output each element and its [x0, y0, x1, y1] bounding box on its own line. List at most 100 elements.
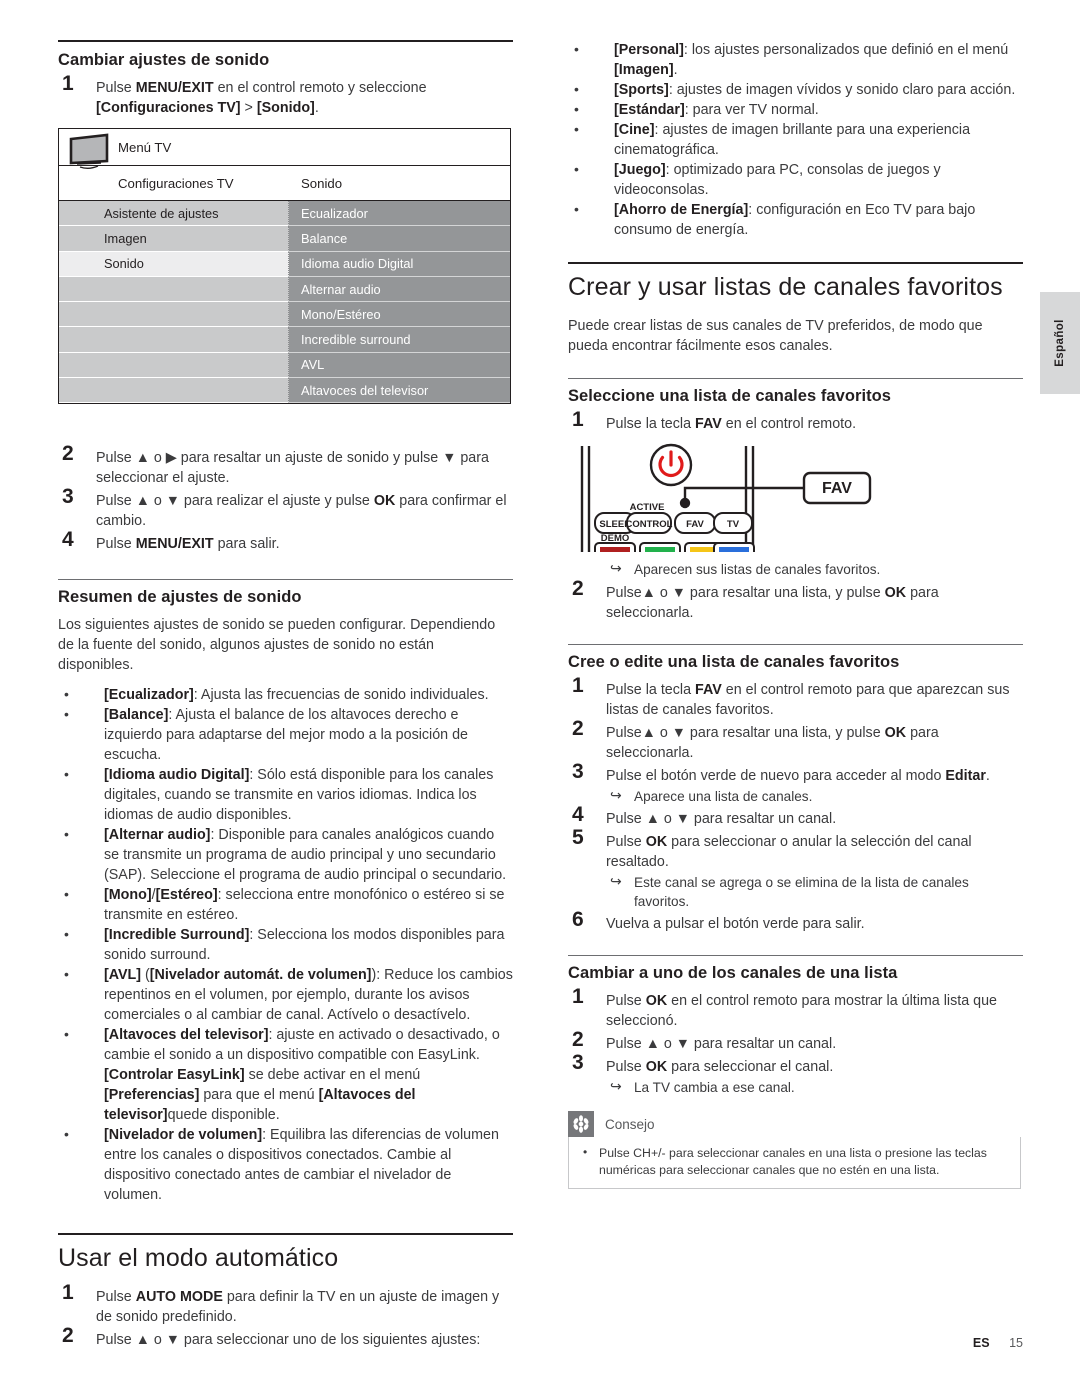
tv-menu-graphic: Menú TV Configuraciones TV Sonido Asiste…	[58, 128, 511, 405]
tv-menu-cell-label: Alternar audio	[301, 281, 381, 297]
tv-menu-row: Alternar audio	[59, 276, 510, 303]
step-item: Pulse OK en el control remoto para mostr…	[568, 987, 1023, 1031]
tv-menu-cell-settings[interactable]: Asistente de ajustes	[59, 201, 289, 227]
tv-menu-cell-sound[interactable]: Balance	[289, 226, 510, 252]
bullet-item: [Altavoces del televisor]: ajuste en act…	[58, 1024, 513, 1125]
bullet-item: [Ecualizador]: Ajusta las frecuencias de…	[58, 684, 513, 705]
page-footer: ES 15	[0, 1336, 1023, 1350]
heading-cambiar-ajustes-de-sonido: Cambiar ajustes de sonido	[58, 51, 270, 69]
tv-menu-cell-label: Ecualizador	[301, 205, 368, 221]
step-text: Pulse MENU/EXIT en el control remoto y s…	[96, 80, 427, 116]
tv-menu-row: Asistente de ajustes Ecualizador	[59, 201, 510, 227]
steps-create-edit: Pulse la tecla FAV en el control remoto …	[568, 676, 1023, 934]
bullet-item: [Cine]: ajustes de imagen brillante para…	[568, 119, 1023, 160]
tv-menu-cell-label: AVL	[301, 357, 325, 373]
steps-after-menu: Pulse ▲ o ▶ para resaltar un ajuste de s…	[58, 444, 513, 554]
tv-menu-cell-label: Balance	[301, 230, 348, 246]
tip-title: Consejo	[605, 1116, 655, 1132]
tv-menu-cell-sound[interactable]: Idioma audio Digital	[289, 251, 510, 277]
step-item: Pulse la tecla FAV en el control remoto …	[568, 676, 1023, 720]
tv-menu-col-b-header: Sonido	[301, 175, 343, 191]
note-aparecen-listas: Aparecen sus listas de canales favoritos…	[568, 559, 1023, 579]
manual-page: Cambiar ajustes de sonido Pulse MENU/EXI…	[0, 0, 1080, 1397]
tv-menu-row: Sonido Idioma audio Digital	[59, 251, 510, 277]
heading-crear-usar-listas: Crear y usar listas de canales favoritos	[568, 273, 1003, 301]
step-text: Pulse ▲ o ▶ para resaltar un ajuste de s…	[96, 450, 489, 487]
tv-menu-title-row: Menú TV	[59, 129, 510, 169]
step-text: Vuelva a pulsar el botón verde para sali…	[606, 916, 865, 932]
heading-rule	[58, 579, 513, 581]
step-item: Pulse OK para seleccionar el canal. La T…	[568, 1053, 1023, 1097]
step-text: Pulse el botón verde de nuevo para acced…	[606, 768, 990, 784]
bullet-item: [Ahorro de Energía]: configuración en Ec…	[568, 199, 1023, 240]
bullet-item: [Balance]: Ajusta el balance de los alta…	[58, 704, 513, 765]
svg-text:ACTIVE: ACTIVE	[630, 502, 665, 513]
footer-page-number: 15	[1009, 1336, 1023, 1350]
tv-menu-cell-label: Asistente de ajustes	[104, 205, 219, 221]
tip-box: Consejo Pulse CH+/- para seleccionar can…	[568, 1111, 1021, 1189]
tv-menu-header-a: Configuraciones TV	[59, 176, 289, 191]
tv-menu-cell-settings[interactable]	[59, 327, 289, 353]
heading-rule	[568, 262, 1023, 264]
bullet-item: [AVL] ([Nivelador automát. de volumen]):…	[58, 964, 513, 1025]
language-tab: Español	[1040, 292, 1080, 394]
tip-header: Consejo	[568, 1111, 1021, 1137]
step-item: Pulse el botón verde de nuevo para acced…	[568, 762, 1023, 806]
step-item: Vuelva a pulsar el botón verde para sali…	[568, 910, 1023, 934]
step-item: Pulse MENU/EXIT para salir.	[58, 530, 513, 554]
right-column: [Personal]: los ajustes personalizados q…	[568, 39, 1023, 1189]
step-item: Pulse ▲ o ▼ para realizar el ajuste y pu…	[58, 487, 513, 531]
tv-menu-row: Altavoces del televisor	[59, 378, 510, 404]
heading-rule	[568, 378, 1023, 379]
heading-rule	[568, 644, 1023, 645]
step-text: Pulse MENU/EXIT para salir.	[96, 536, 280, 553]
svg-text:FAV: FAV	[686, 519, 704, 530]
tip-body: Pulse CH+/- para seleccionar canales en …	[568, 1137, 1021, 1189]
heading-rule	[58, 1233, 513, 1236]
step-text: Pulse OK para seleccionar el canal.	[606, 1059, 834, 1075]
tv-menu-cell-settings[interactable]	[59, 352, 289, 379]
tv-menu-cell-label: Altavoces del televisor	[301, 382, 429, 398]
heading-seleccione-lista: Seleccione una lista de canales favorito…	[568, 387, 892, 405]
tv-menu-cell-sound[interactable]: Alternar audio	[289, 276, 510, 303]
step-text: Pulse▲ o ▼ para resaltar una lista, y pu…	[606, 585, 939, 621]
note-canal-agrega-elimina: Este canal se agrega o se elimina de la …	[606, 872, 1023, 911]
bullet-item: [Sports]: ajustes de imagen vívidos y so…	[568, 79, 1023, 100]
step-text: Pulse AUTO MODE para definir la TV en un…	[96, 1289, 500, 1326]
summary-intro-paragraph: Los siguientes ajustes de sonido se pued…	[58, 617, 496, 674]
tv-menu-cell-settings[interactable]	[59, 378, 289, 404]
tv-menu-cell-settings[interactable]	[59, 276, 289, 303]
step-text: Pulse ▲ o ▼ para realizar el ajuste y pu…	[96, 493, 507, 530]
heading-usar-modo-automatico: Usar el modo automático	[58, 1244, 339, 1273]
bullet-item: [Juego]: optimizado para PC, consolas de…	[568, 159, 1023, 200]
tv-menu-cell-settings[interactable]	[59, 302, 289, 328]
tv-menu-cell-sound[interactable]: Incredible surround	[289, 327, 510, 353]
auto-mode-bullet-list: [Personal]: los ajustes personalizados q…	[568, 39, 1023, 240]
tv-menu-cell-label: Sonido	[104, 256, 144, 272]
tv-menu-cell-label: Mono/Estéreo	[301, 306, 381, 322]
bullet-item: [Estándar]: para ver TV normal.	[568, 99, 1023, 120]
tv-menu-cell-sound[interactable]: Altavoces del televisor	[289, 378, 510, 404]
step-text: Pulse ▲ o ▼ para resaltar un canal.	[606, 1036, 837, 1052]
heading-rule	[568, 955, 1023, 956]
left-column: Cambiar ajustes de sonido Pulse MENU/EXI…	[58, 40, 513, 1353]
summary-bullet-list: [Ecualizador]: Ajusta las frecuencias de…	[58, 684, 513, 1205]
step-text: Pulse OK para seleccionar o anular la se…	[606, 834, 972, 870]
heading-cambiar-canal-lista: Cambiar a uno de los canales de una list…	[568, 964, 898, 982]
step-item: Pulse AUTO MODE para definir la TV en un…	[58, 1283, 513, 1327]
step-item: Pulse MENU/EXIT en el control remoto y s…	[58, 74, 513, 118]
tv-menu-row: Imagen Balance	[59, 226, 510, 252]
tip-bullet-list: Pulse CH+/- para seleccionar canales en …	[579, 1144, 1010, 1179]
tv-menu-header-b: Sonido	[289, 176, 510, 191]
tv-menu-cell-sound[interactable]: Ecualizador	[289, 201, 510, 227]
tv-menu-cell-settings[interactable]: Sonido	[59, 251, 289, 277]
tv-menu-row: Mono/Estéreo	[59, 302, 510, 328]
tv-menu-cell-sound[interactable]: Mono/Estéreo	[289, 302, 510, 328]
bullet-item: [Personal]: los ajustes personalizados q…	[568, 39, 1023, 80]
heading-resumen-ajustes-sonido: Resumen de ajustes de sonido	[58, 588, 302, 607]
heading-rule	[58, 40, 513, 42]
tv-menu-cell-settings[interactable]: Imagen	[59, 226, 289, 252]
tv-menu-cell-sound[interactable]: AVL	[289, 352, 510, 379]
step-item: Pulse OK para seleccionar o anular la se…	[568, 828, 1023, 911]
steps-cambiar-ajustes: Pulse MENU/EXIT en el control remoto y s…	[58, 74, 513, 118]
